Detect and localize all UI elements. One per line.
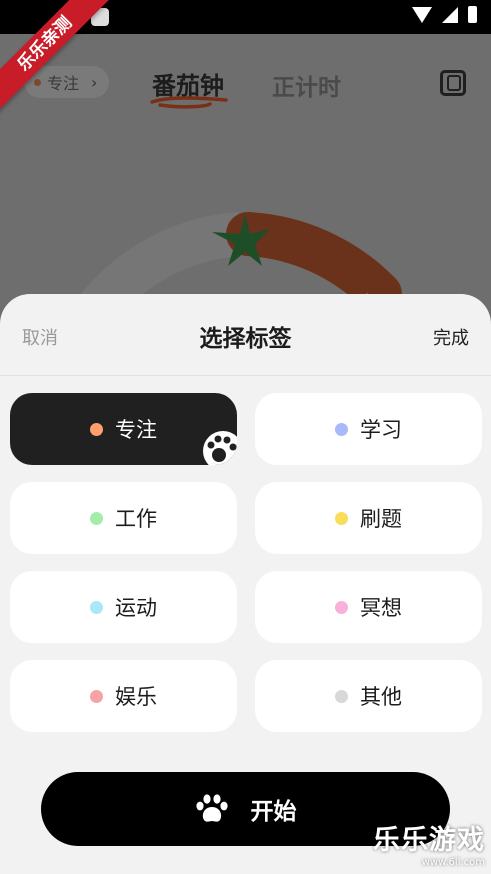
tag-label: 其他	[360, 685, 402, 709]
tag-color-dot	[90, 600, 103, 614]
battery-icon	[468, 6, 477, 23]
status-icons	[412, 6, 477, 23]
brand-watermark: 乐乐游戏 www.6ll.com	[373, 818, 485, 868]
sheet-title: 选择标签	[199, 326, 292, 352]
tag-color-dot	[335, 689, 348, 703]
tab-underline-brush	[150, 96, 228, 109]
tag-label: 冥想	[360, 596, 402, 620]
paw-selected-icon	[203, 431, 237, 465]
tag-label: 学习	[360, 418, 402, 442]
tag-picker-sheet: 取消 选择标签 完成 专注 学习 工作 刷题 运动 冥想 娱乐 其他 开始	[0, 294, 491, 874]
tag-option-other[interactable]: 其他	[255, 660, 482, 732]
tag-label: 刷题	[360, 507, 402, 531]
tag-label: 运动	[115, 596, 157, 620]
watermark-main: 乐乐游戏	[373, 825, 485, 856]
start-label: 开始	[250, 799, 297, 825]
tag-option-study[interactable]: 学习	[255, 393, 482, 465]
chevron-right-icon: ›	[91, 72, 98, 92]
tag-color-dot	[335, 511, 348, 525]
tag-label: 专注	[115, 418, 157, 442]
done-button[interactable]: 完成	[433, 324, 469, 350]
device-toggle-icon[interactable]	[440, 70, 466, 96]
tag-option-practice[interactable]: 刷题	[255, 482, 482, 554]
tag-dot-icon	[34, 78, 41, 86]
tag-option-focus[interactable]: 专注	[10, 393, 237, 465]
tag-label: 娱乐	[115, 685, 157, 709]
tag-option-exercise[interactable]: 运动	[10, 571, 237, 643]
tag-label: 工作	[115, 507, 157, 531]
tag-color-dot	[90, 689, 103, 703]
tag-option-entertainment[interactable]: 娱乐	[10, 660, 237, 732]
watermark-sub: www.6ll.com	[421, 857, 485, 868]
tag-color-dot	[90, 422, 103, 436]
wifi-icon	[412, 6, 432, 23]
app-background: 专注 › 番茄钟 正计时	[0, 34, 491, 334]
sheet-header: 取消 选择标签 完成	[0, 294, 491, 376]
tag-option-meditation[interactable]: 冥想	[255, 571, 482, 643]
tag-option-work[interactable]: 工作	[10, 482, 237, 554]
tag-color-dot	[90, 511, 103, 525]
paw-icon	[195, 794, 228, 822]
tag-color-dot	[335, 600, 348, 614]
focus-chip-label: 专注	[47, 74, 80, 93]
signal-icon	[442, 6, 458, 23]
tag-color-dot	[335, 422, 348, 436]
tab-countup[interactable]: 正计时	[272, 68, 341, 102]
